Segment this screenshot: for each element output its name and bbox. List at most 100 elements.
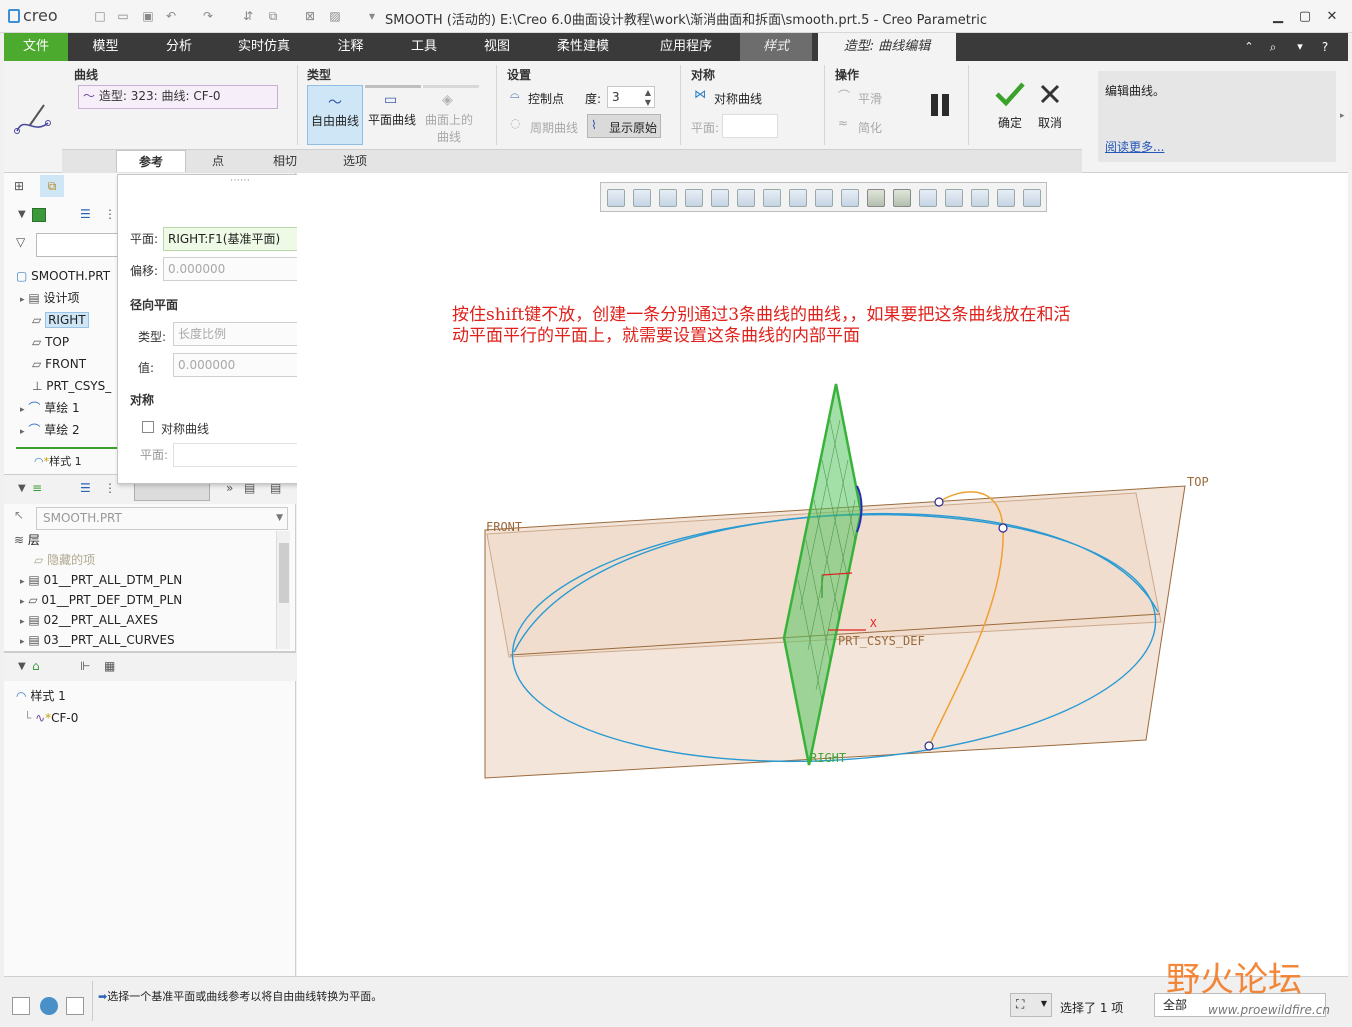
- curve-reference-field[interactable]: 〜 造型: 323: 曲线: CF-0: [78, 85, 278, 109]
- menu-view[interactable]: 视图: [460, 33, 534, 61]
- tree-item-front[interactable]: ▱ FRONT: [32, 354, 86, 374]
- collapse-ribbon-icon[interactable]: ⌃: [1240, 33, 1258, 61]
- smooth-button[interactable]: ⌒ 平滑: [838, 87, 894, 109]
- find-button[interactable]: ⛶ ▼: [1010, 993, 1052, 1017]
- menu-style[interactable]: 样式: [740, 33, 812, 61]
- tab-points[interactable]: 点: [186, 150, 250, 172]
- expand-icon[interactable]: ▼: [18, 209, 26, 220]
- menu-flexible-modeling[interactable]: 柔性建模: [534, 33, 632, 61]
- close-button[interactable]: ✕: [1322, 7, 1342, 27]
- simplify-button[interactable]: ≈ 简化: [838, 116, 894, 138]
- redo-icon[interactable]: ↷: [200, 8, 216, 24]
- menu-annotate[interactable]: 注释: [313, 33, 388, 61]
- tree-item-csys[interactable]: ⊥ PRT_CSYS_: [32, 376, 111, 396]
- cancel-button[interactable]: 取消: [1036, 81, 1070, 133]
- help-icon[interactable]: ?: [1316, 33, 1334, 61]
- tree-filter-icon[interactable]: ⊩: [80, 659, 90, 673]
- spinner-down-icon[interactable]: ▼: [645, 93, 651, 113]
- show-original-toggle[interactable]: ⌇ 显示原始: [587, 114, 661, 138]
- minimize-button[interactable]: ▁: [1268, 7, 1288, 27]
- model-tree-tab-icon[interactable]: ⊞: [14, 179, 24, 193]
- layer-item[interactable]: ▸ ▤ 01__PRT_ALL_DTM_PLN: [20, 570, 182, 590]
- scroll-right-icon[interactable]: ▸: [1340, 111, 1345, 121]
- search-icon[interactable]: ⌕: [1264, 33, 1282, 61]
- curve-point[interactable]: [998, 523, 1008, 533]
- watermark-text: 野火论坛: [1166, 960, 1302, 1000]
- layer-item[interactable]: ▸ ▤ 03__PRT_ALL_CURVES: [20, 630, 175, 650]
- new-file-icon[interactable]: □: [92, 8, 108, 24]
- style-tree-root[interactable]: ◠ 样式 1: [16, 686, 66, 706]
- options-icon[interactable]: ▨: [327, 8, 343, 24]
- symmetric-curve-checkbox[interactable]: [142, 421, 154, 433]
- planar-curve-button[interactable]: ▭ 平面曲线: [365, 85, 421, 145]
- read-more-link[interactable]: 阅读更多...: [1105, 138, 1164, 155]
- save-icon[interactable]: ▣: [140, 8, 156, 24]
- tree-item-right[interactable]: ▱ RIGHT: [32, 310, 89, 330]
- tree-columns-icon[interactable]: ⋮: [104, 481, 116, 495]
- layer-icon: ▤: [28, 573, 40, 587]
- curve-point[interactable]: [934, 497, 944, 507]
- drag-handle-icon[interactable]: ⋯⋯: [230, 175, 250, 186]
- divider: [496, 65, 497, 145]
- window-title: SMOOTH (活动的) E:\Creo 6.0曲面设计教程\work\渐消曲面…: [385, 13, 988, 28]
- tree-root[interactable]: ▢ SMOOTH.PRT: [16, 266, 110, 286]
- qat-dropdown-icon[interactable]: ▾: [364, 8, 380, 24]
- expand-icon[interactable]: ▼: [18, 483, 26, 494]
- model-viewport[interactable]: FRONT TOP RIGHT PRT_CSYS_DEF X: [297, 173, 1348, 976]
- menu-bar: 文件 模型 分析 实时仿真 注释 工具 视图 柔性建模 应用程序 样式 造型: …: [4, 33, 1348, 61]
- control-points-button[interactable]: ⌓ 控制点: [510, 87, 580, 109]
- tab-options[interactable]: 选项: [320, 150, 390, 172]
- symmetric-curve-label: 对称曲线: [714, 92, 763, 106]
- expand-icon[interactable]: ▼: [18, 661, 26, 672]
- menu-tools[interactable]: 工具: [388, 33, 460, 61]
- tree-search-input[interactable]: [36, 233, 118, 257]
- maximize-button[interactable]: ▢: [1295, 7, 1315, 27]
- scrollbar-thumb[interactable]: [279, 543, 289, 603]
- degree-spinner[interactable]: 3 ▲ ▼: [607, 86, 655, 108]
- curve-on-surface-button[interactable]: ◈ 曲面上的 曲线: [423, 85, 479, 145]
- style-tree-curve[interactable]: └ ∿*CF-0: [24, 708, 78, 728]
- undo-icon[interactable]: ↶: [163, 8, 179, 24]
- ok-button[interactable]: 确定: [994, 81, 1028, 133]
- tree-settings-icon[interactable]: ☰: [80, 207, 91, 221]
- community-icon[interactable]: ▾: [1288, 33, 1312, 61]
- layer-model-dropdown[interactable]: SMOOTH.PRT ▼: [36, 507, 288, 530]
- periodic-curve-button[interactable]: ◌ 周期曲线: [510, 116, 586, 138]
- free-curve-button[interactable]: 〜 自由曲线: [307, 85, 363, 145]
- full-screen-icon[interactable]: [66, 997, 84, 1015]
- tree-item-sketch2[interactable]: ▸ ⌒ 草绘 2: [20, 420, 80, 440]
- offset-label: 偏移:: [130, 264, 159, 278]
- symmetry-plane-field[interactable]: [722, 114, 778, 138]
- open-file-icon[interactable]: ▭: [115, 8, 131, 24]
- browser-icon[interactable]: [40, 997, 58, 1015]
- tree-item-top[interactable]: ▱ TOP: [32, 332, 69, 352]
- csys-label: PRT_CSYS_DEF: [838, 634, 925, 648]
- filter-icon[interactable]: ▽: [16, 235, 25, 249]
- folder-browser-tab-icon[interactable]: ⧉: [40, 175, 64, 197]
- menu-analysis[interactable]: 分析: [143, 33, 215, 61]
- layer-hidden-items[interactable]: ▱ 隐藏的项: [34, 550, 95, 570]
- tree-item-design-items[interactable]: ▸ ▤ 设计项: [20, 288, 80, 308]
- tab-tangency[interactable]: 相切: [250, 150, 320, 172]
- pause-button[interactable]: [929, 94, 953, 118]
- tree-item-style1[interactable]: ◠*样式 1: [34, 455, 82, 469]
- layer-item[interactable]: ▸ ▱ 01__PRT_DEF_DTM_PLN: [20, 590, 182, 610]
- menu-applications[interactable]: 应用程序: [632, 33, 740, 61]
- tree-columns-icon[interactable]: ▦: [104, 659, 115, 673]
- menu-simulation[interactable]: 实时仿真: [215, 33, 313, 61]
- menu-model[interactable]: 模型: [68, 33, 143, 61]
- tab-references[interactable]: 参考: [116, 150, 186, 172]
- tree-item-sketch1[interactable]: ▸ ⌒ 草绘 1: [20, 398, 80, 418]
- symmetric-curve-button[interactable]: ⋈ 对称曲线: [694, 87, 774, 109]
- menu-file[interactable]: 文件: [4, 33, 68, 61]
- menu-curve-edit[interactable]: 造型: 曲线编辑: [818, 33, 956, 61]
- tree-settings-icon[interactable]: ☰: [80, 481, 91, 495]
- toggle-navigator-icon[interactable]: [12, 997, 30, 1015]
- windows-icon[interactable]: ⧉: [265, 8, 281, 24]
- layer-scrollbar[interactable]: [276, 531, 290, 649]
- regenerate-icon[interactable]: ⇵: [240, 8, 256, 24]
- layer-item[interactable]: ▸ ▤ 02__PRT_ALL_AXES: [20, 610, 158, 630]
- curve-point[interactable]: [924, 741, 934, 751]
- close-window-icon[interactable]: ⊠: [302, 8, 318, 24]
- tree-columns-icon[interactable]: ⋮: [104, 207, 116, 221]
